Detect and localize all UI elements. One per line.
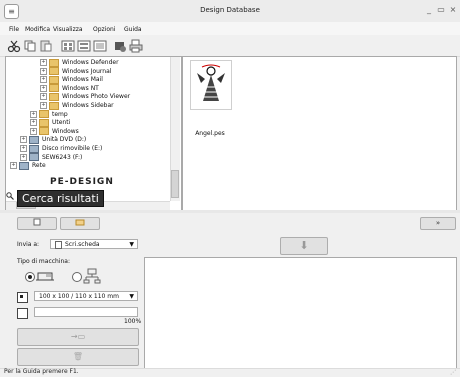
progress-icon: [17, 308, 28, 319]
tree-item-label: Windows Sidebar: [62, 102, 114, 109]
folder-icon: [75, 219, 85, 226]
cut-icon[interactable]: [6, 38, 22, 54]
list-view-icon[interactable]: [92, 38, 108, 54]
send-button[interactable]: →▭: [17, 328, 139, 346]
maximize-button[interactable]: ▭: [436, 5, 446, 15]
card-icon: [55, 240, 62, 249]
file-name-label: Angel.pes: [195, 130, 225, 137]
menu-file[interactable]: File: [9, 26, 19, 33]
transfer-progress-bar: [34, 307, 138, 317]
expand-icon[interactable]: +: [20, 145, 27, 152]
folder-icon: [49, 101, 59, 110]
print-icon[interactable]: [128, 38, 144, 54]
angel-design-icon: [197, 64, 225, 101]
expand-icon[interactable]: +: [40, 76, 47, 84]
paste-icon[interactable]: [38, 38, 54, 54]
open-folder-button[interactable]: [60, 217, 100, 230]
expand-icon[interactable]: +: [20, 153, 27, 161]
drive-icon: [29, 135, 39, 144]
folder-icon: [39, 110, 49, 119]
close-button[interactable]: ×: [448, 5, 458, 15]
network-machine-icon: [83, 268, 101, 284]
menu-guida[interactable]: Guida: [124, 26, 142, 33]
expand-icon[interactable]: +: [10, 162, 17, 170]
design-thumbnail[interactable]: [190, 60, 232, 110]
arrow-down-icon: ⬇: [299, 239, 309, 252]
folder-icon: [49, 84, 59, 93]
expand-icon[interactable]: +: [30, 110, 37, 118]
folder-icon: [49, 92, 59, 101]
expand-icon[interactable]: +: [40, 102, 47, 109]
drive-icon: [19, 161, 29, 170]
resize-grip-icon[interactable]: ⋰: [450, 369, 456, 376]
tree-item[interactable]: + Rete: [10, 161, 46, 170]
tree-item-label: Rete: [32, 162, 46, 170]
copy-icon[interactable]: [22, 38, 38, 54]
folder-icon: [49, 75, 59, 84]
folder-icon: [49, 67, 59, 76]
expand-icon[interactable]: +: [30, 127, 37, 135]
transfer-down-button[interactable]: ⬇: [280, 237, 328, 255]
tree-item-label: Windows Defender: [62, 59, 119, 66]
tree-vertical-scroll-thumb[interactable]: [171, 170, 179, 198]
hoop-size-select[interactable]: 100 x 100 / 110 x 110 mm ▼: [34, 291, 138, 301]
expand-icon[interactable]: +: [40, 59, 47, 66]
expand-icon[interactable]: +: [40, 84, 47, 92]
menu-visualizza[interactable]: Visualizza: [53, 26, 83, 33]
import-icon: [33, 218, 41, 226]
hoop-size-icon: [17, 292, 28, 303]
send-to-label: Invia a:: [17, 241, 40, 248]
pane-splitter[interactable]: [0, 210, 460, 213]
tree-item-label: Windows Journal: [62, 67, 112, 75]
tree-item-label: Windows: [52, 127, 79, 135]
expand-icon[interactable]: +: [20, 136, 27, 144]
properties-icon[interactable]: [112, 38, 128, 54]
send-to-machine-icon: →▭: [70, 332, 86, 341]
folder-icon: [49, 58, 59, 67]
menu-modifica[interactable]: Modifica: [25, 26, 50, 33]
collapse-panel-button[interactable]: »: [420, 217, 456, 230]
search-results-icon[interactable]: [6, 192, 14, 200]
import-button[interactable]: [17, 217, 57, 230]
radio-dot: [28, 275, 32, 279]
chevron-down-icon: ▼: [129, 241, 134, 248]
medium-icons-view-icon[interactable]: [76, 38, 92, 54]
send-to-select[interactable]: Scri.scheda ▼: [50, 239, 138, 249]
transfer-list-pane[interactable]: [144, 257, 457, 369]
tree-item-label: Disco rimovibile (E:): [42, 145, 103, 152]
chevron-double-down-icon: »: [435, 219, 441, 227]
tree-item-label: Windows Photo Viewer: [62, 93, 131, 101]
expand-icon[interactable]: +: [30, 119, 37, 127]
folder-icon: [39, 118, 49, 127]
expand-icon[interactable]: +: [40, 93, 47, 101]
sewing-machine-icon: [34, 270, 56, 282]
tree-item-label: temp: [52, 110, 68, 118]
drive-icon: [29, 144, 39, 153]
menu-opzioni[interactable]: Opzioni: [93, 26, 116, 33]
tree-item-label: Windows NT: [62, 84, 99, 92]
progress-percent: 100%: [124, 318, 142, 325]
drive-icon: [29, 153, 39, 162]
large-icons-view-icon[interactable]: [60, 38, 76, 54]
tree-item-label: Windows Mail: [62, 76, 103, 84]
tree-item-label: Unità DVD (D:): [42, 136, 87, 144]
drag-ghost-label: PE-DESIGN: [50, 177, 114, 187]
expand-icon[interactable]: +: [40, 67, 47, 75]
window-title: Design Database: [200, 6, 260, 14]
tree-item-label: Utenti: [52, 119, 71, 127]
machine-type-radio-2[interactable]: [72, 272, 82, 282]
tree-item-label: SEW6243 (F:): [42, 153, 83, 161]
folder-icon: [39, 127, 49, 136]
chevron-down-icon: ▼: [129, 293, 134, 300]
delete-button[interactable]: 🗑: [17, 348, 139, 366]
tooltip-search-results: Cerca risultati: [17, 190, 104, 207]
minimize-button[interactable]: _: [424, 5, 434, 15]
status-text: Per la Guida premere F1.: [4, 368, 79, 375]
trash-icon: 🗑: [72, 352, 84, 361]
machine-type-label: Tipo di macchina:: [17, 258, 71, 265]
